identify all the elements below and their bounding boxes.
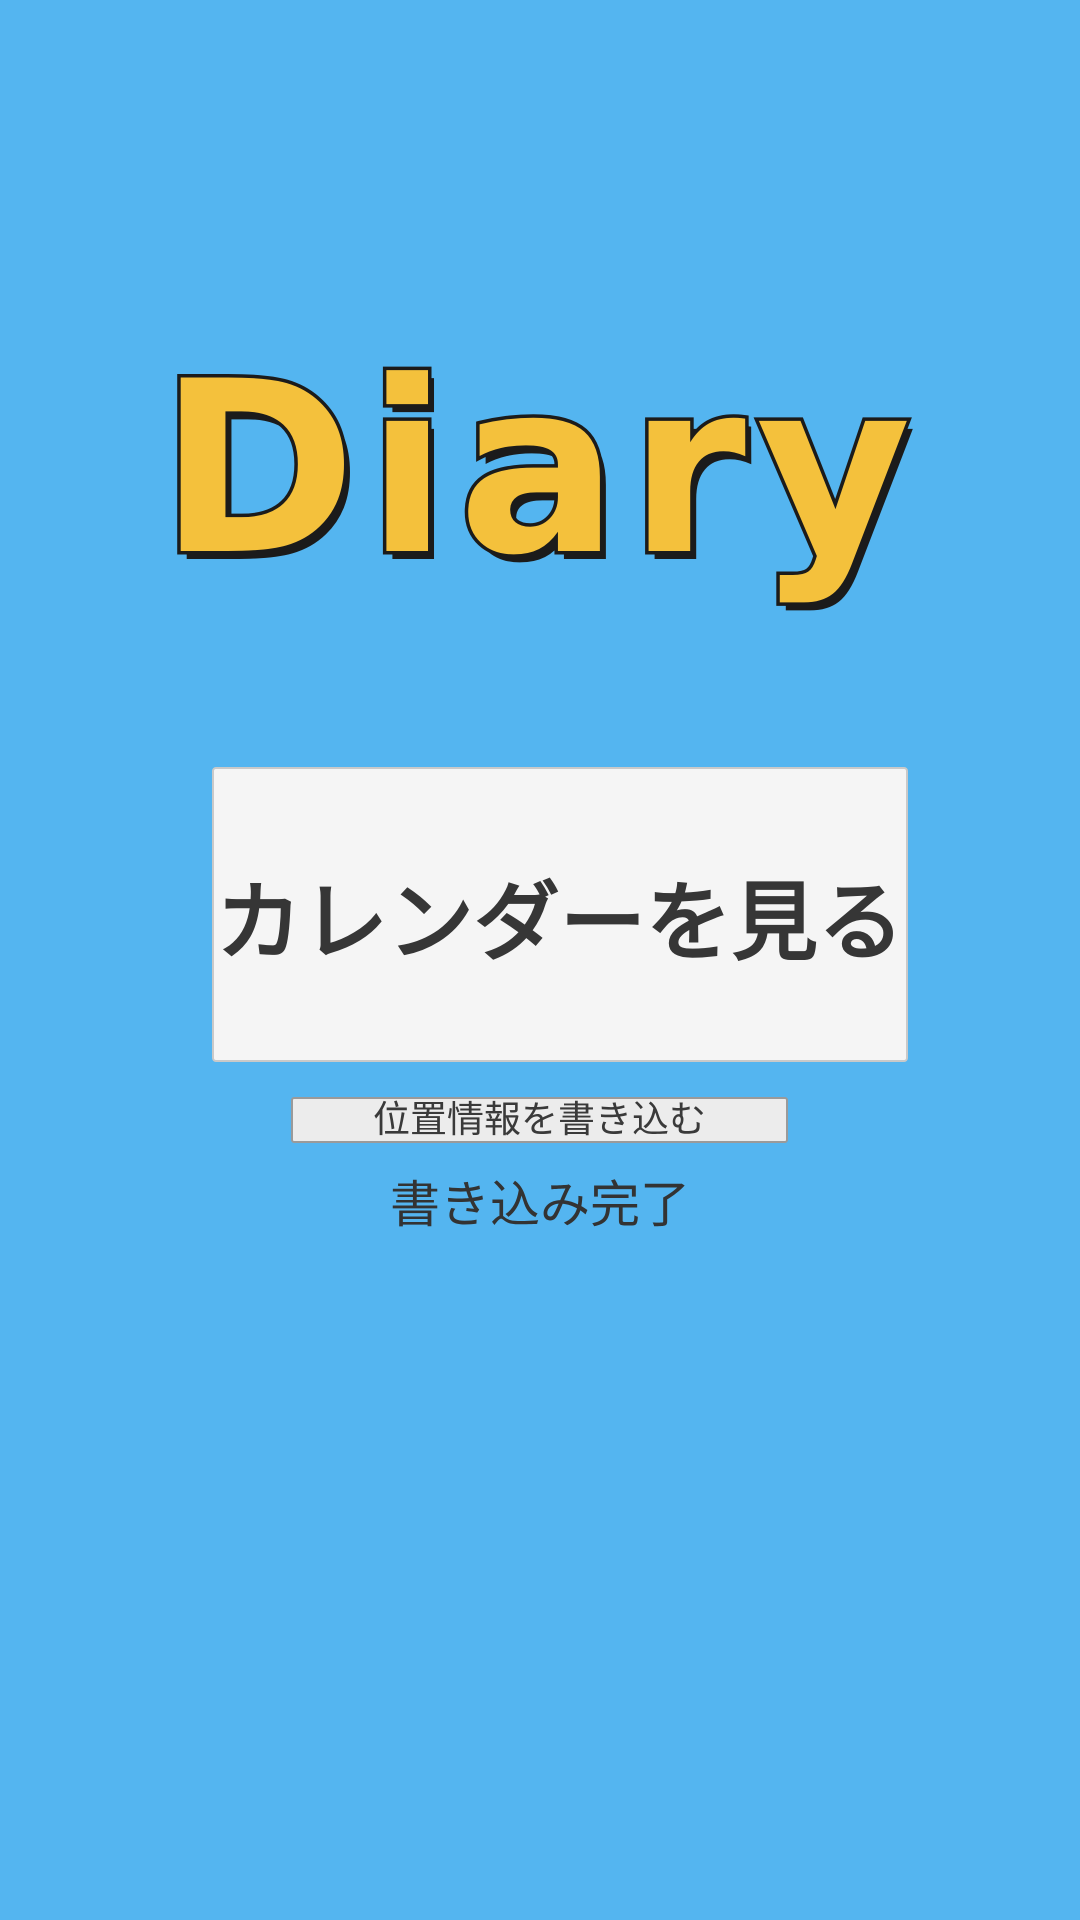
- view-calendar-button[interactable]: カレンダーを見る: [212, 767, 908, 1062]
- write-location-button-label: 位置情報を書き込む: [373, 1098, 706, 1141]
- write-location-button[interactable]: 位置情報を書き込む: [291, 1097, 788, 1143]
- view-calendar-button-label: カレンダーを見る: [216, 873, 904, 973]
- app-logo-title: Diary: [155, 328, 922, 612]
- write-status-text: 書き込み完了: [390, 1176, 690, 1234]
- home-screen: Diary カレンダーを見る 位置情報を書き込む 書き込み完了: [0, 0, 1080, 1920]
